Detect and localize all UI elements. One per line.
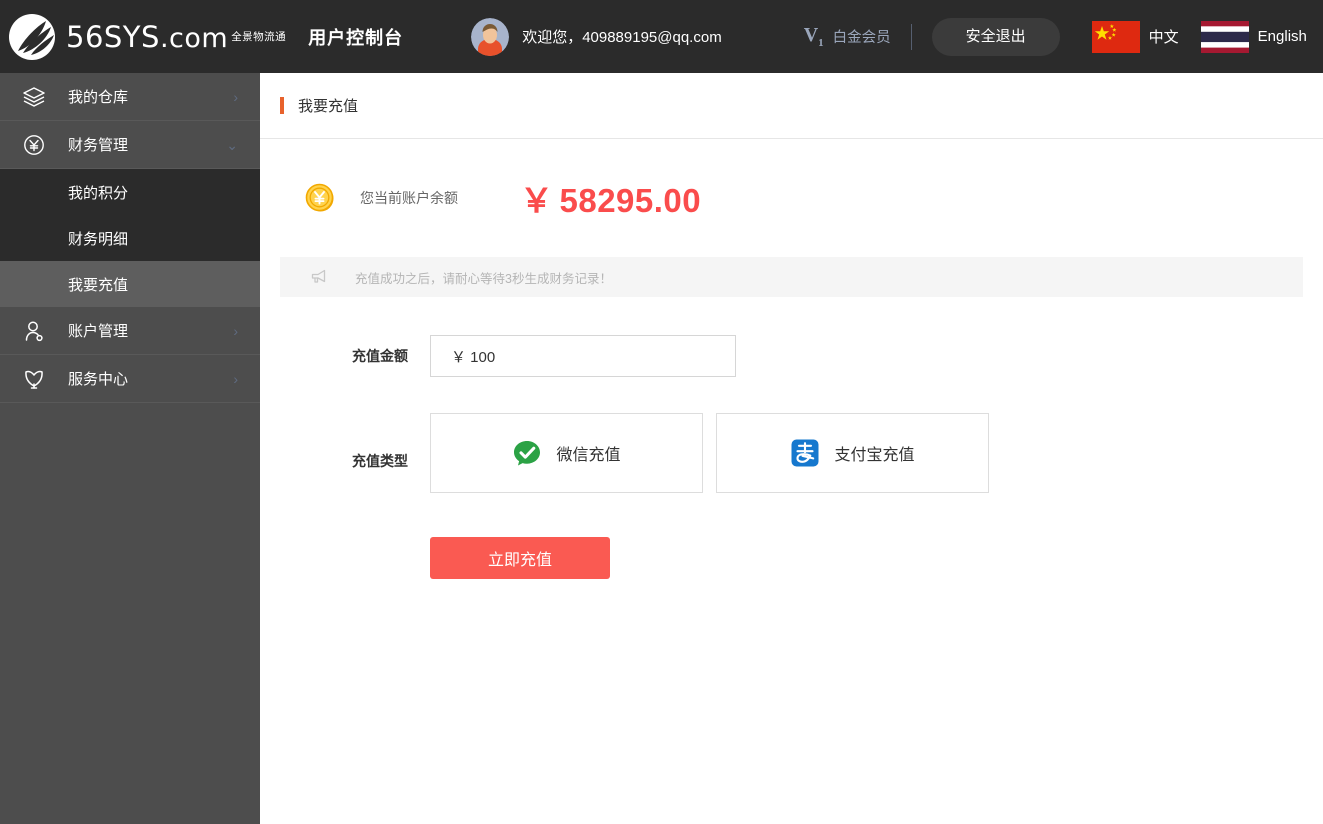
language-option-chinese[interactable]: 中文 (1091, 20, 1179, 53)
chevron-right-icon: › (233, 88, 238, 105)
chevron-down-icon: ⌄ (226, 136, 238, 153)
page-title-bar: 我要充值 (260, 73, 1323, 139)
yen-coin-icon (305, 183, 335, 213)
pay-type-label: 充值类型 (352, 453, 408, 469)
language-label-chinese: 中文 (1148, 29, 1179, 46)
submit-row: 立即充值 (260, 537, 1323, 579)
language-switcher: 中文 English (1091, 20, 1307, 53)
pay-option-label-wechat: 微信充值 (556, 447, 621, 464)
sidebar-sublabel-finance-details: 财务明细 (68, 230, 129, 248)
sidebar-label-finance: 财务管理 (68, 137, 129, 154)
shield-icon (22, 367, 46, 391)
top-header: 56SYS .com 全景物流通 用户控制台 欢迎您，409889195@qq.c… (0, 0, 1323, 73)
amount-field-label: 充值金额 (352, 348, 408, 364)
china-flag-icon (1091, 20, 1140, 53)
logo-main-text: 56SYS (66, 19, 160, 54)
header-divider (910, 23, 912, 50)
layers-icon (22, 85, 46, 109)
megaphone-icon (310, 267, 330, 287)
pay-option-alipay[interactable]: 支付宝充值 (716, 413, 989, 493)
balance-label: 您当前账户余额 (360, 190, 458, 206)
sidebar-item-finance[interactable]: 财务管理 ⌄ (0, 121, 260, 169)
page-title: 我要充值 (298, 98, 359, 115)
thailand-flag-icon (1200, 20, 1249, 53)
recharge-amount-input[interactable] (430, 335, 736, 377)
sidebar-subitem-finance-details[interactable]: 财务明细 (0, 215, 260, 261)
pay-option-wechat[interactable]: 微信充值 (430, 413, 703, 493)
balance-amount: ￥ 58295.00 (520, 174, 701, 222)
title-accent-bar (280, 97, 284, 114)
yen-circle-icon (22, 133, 46, 157)
main-content: 我要充值 您当前账户余额 ￥ 58295.00 充值成功之后，请耐心等待3秒生成财… (260, 73, 1323, 824)
logout-button[interactable]: 安全退出 (931, 17, 1060, 56)
sidebar-subitem-my-points[interactable]: 我的积分 (0, 169, 260, 215)
vip-status: V1 白金会员 (804, 25, 891, 49)
brand-logo[interactable]: 56SYS .com 全景物流通 (8, 13, 286, 61)
welcome-text: 欢迎您，409889195@qq.com (522, 29, 722, 46)
recharge-submit-button[interactable]: 立即充值 (430, 537, 610, 579)
alipay-icon (790, 438, 820, 468)
sidebar-item-service[interactable]: 服务中心 › (0, 355, 260, 403)
logo-swirl-icon (8, 13, 56, 61)
logo-dotcom-text: .com (159, 22, 229, 54)
notice-bar: 充值成功之后，请耐心等待3秒生成财务记录！ (280, 257, 1303, 297)
sidebar-item-account[interactable]: 账户管理 › (0, 307, 260, 355)
logo-wordmark: 56SYS .com 全景物流通 (66, 20, 286, 54)
notice-text: 充值成功之后，请耐心等待3秒生成财务记录！ (355, 271, 612, 286)
account-balance-row: 您当前账户余额 ￥ 58295.00 (260, 139, 1323, 257)
balance-number: 58295.00 (559, 182, 702, 219)
sidebar-sublabel-recharge: 我要充值 (68, 276, 129, 294)
chevron-right-icon: › (233, 322, 238, 339)
balance-currency-symbol: ￥ (520, 182, 554, 219)
vip-level-icon: V1 (803, 23, 824, 49)
console-title: 用户控制台 (308, 27, 404, 48)
pay-options: 微信充值 支付宝充值 (430, 413, 989, 493)
wechat-pay-icon (512, 438, 542, 468)
language-option-english[interactable]: English (1200, 20, 1307, 53)
sidebar-nav: 我的仓库 › 财务管理 ⌄ 我的积分 财务明细 我要充值 账户管理 › 服务中心… (0, 73, 260, 824)
avatar[interactable] (471, 17, 510, 56)
finance-submenu: 我的积分 财务明细 我要充值 (0, 169, 260, 307)
user-icon (22, 319, 46, 343)
sidebar-subitem-recharge[interactable]: 我要充值 (0, 261, 260, 307)
vip-label: 白金会员 (832, 30, 891, 46)
language-label-english: English (1257, 28, 1307, 45)
sidebar-sublabel-my-points: 我的积分 (68, 184, 129, 202)
pay-option-label-alipay: 支付宝充值 (834, 447, 915, 464)
logo-subtitle: 全景物流通 (231, 31, 287, 43)
recharge-form: 充值金额 充值类型 微信充值 (260, 297, 1323, 579)
pay-type-row: 充值类型 微信充值 支付宝充值 (260, 413, 1323, 493)
amount-row: 充值金额 (260, 335, 1323, 377)
chevron-right-icon: › (233, 370, 238, 387)
sidebar-label-warehouse: 我的仓库 (68, 89, 129, 106)
sidebar-label-service: 服务中心 (68, 371, 129, 388)
sidebar-item-warehouse[interactable]: 我的仓库 › (0, 73, 260, 121)
sidebar-label-account: 账户管理 (68, 323, 129, 340)
